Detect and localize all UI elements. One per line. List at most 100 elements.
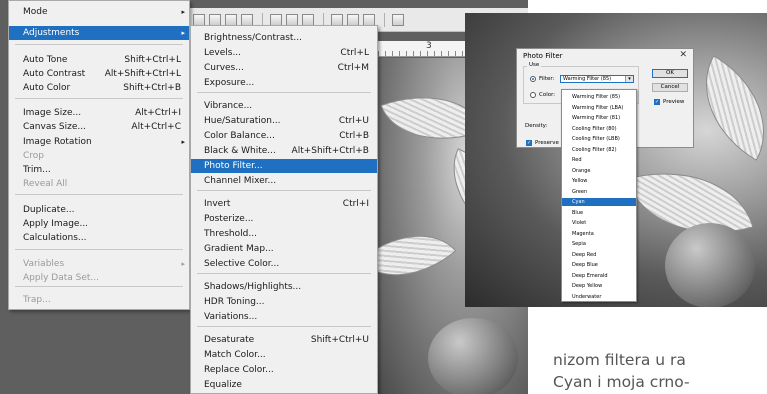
submenu-item-label: Levels... bbox=[204, 48, 242, 58]
submenu-item[interactable]: Variations... bbox=[191, 310, 377, 324]
filter-option[interactable]: Cooling Filter (82) bbox=[562, 146, 636, 154]
distribute-top-icon[interactable] bbox=[270, 13, 282, 26]
filter-option[interactable]: Warming Filter (LBA) bbox=[562, 104, 636, 112]
submenu-item[interactable]: Desaturate Shift+Ctrl+U bbox=[191, 333, 377, 347]
align-middle-icon[interactable] bbox=[209, 13, 221, 26]
submenu-separator bbox=[197, 273, 371, 274]
filter-option[interactable]: Underwater bbox=[562, 293, 636, 301]
menu-item[interactable]: Variables ▸ bbox=[9, 257, 189, 271]
cancel-button[interactable]: Cancel bbox=[652, 83, 688, 92]
menu-item[interactable]: Reveal All bbox=[9, 177, 189, 191]
submenu-item-label: Selective Color... bbox=[204, 259, 280, 269]
filter-option[interactable]: Cooling Filter (80) bbox=[562, 125, 636, 133]
filter-option[interactable]: Yellow bbox=[562, 177, 636, 185]
submenu-item[interactable]: Selective Color... bbox=[191, 257, 377, 271]
submenu-item[interactable]: Gradient Map... bbox=[191, 242, 377, 256]
menu-item[interactable]: Auto Tone Shift+Ctrl+L bbox=[9, 53, 189, 67]
submenu-item[interactable]: Photo Filter... bbox=[191, 159, 377, 173]
filter-option[interactable]: Warming Filter (81) bbox=[562, 114, 636, 122]
filter-radio[interactable] bbox=[530, 76, 536, 82]
chevron-down-icon[interactable]: ▾ bbox=[625, 76, 633, 82]
submenu-item-label: Invert bbox=[204, 199, 231, 209]
menu-item[interactable]: Auto Color Shift+Ctrl+B bbox=[9, 81, 189, 95]
filter-option[interactable]: Deep Red bbox=[562, 251, 636, 259]
submenu-item-label: Vibrance... bbox=[204, 101, 253, 111]
filter-option[interactable]: Violet bbox=[562, 219, 636, 227]
menu-item[interactable]: Calculations... bbox=[9, 231, 189, 245]
use-group-label: Use bbox=[527, 62, 542, 68]
photoshop-image-menu-screenshot: 3 Mode ▸ Adjustments ▸ Auto Tone Shift+Ctrl+L… bbox=[0, 0, 528, 394]
filter-option[interactable]: Blue bbox=[562, 209, 636, 217]
align-top-icon[interactable] bbox=[193, 13, 205, 26]
filter-option[interactable]: Deep Blue bbox=[562, 261, 636, 269]
preserve-luminosity-label: Preserve bbox=[535, 140, 559, 146]
filter-option[interactable]: Sepia bbox=[562, 240, 636, 248]
submenu-item[interactable]: Brightness/Contrast... bbox=[191, 31, 377, 45]
menu-item[interactable]: Apply Image... bbox=[9, 217, 189, 231]
submenu-item[interactable]: Shadows/Highlights... bbox=[191, 280, 377, 294]
menu-item-label: Trap... bbox=[23, 295, 51, 305]
distribute-left-icon[interactable] bbox=[331, 13, 343, 26]
menu-separator bbox=[15, 194, 183, 195]
submenu-item[interactable]: Hue/Saturation... Ctrl+U bbox=[191, 114, 377, 128]
distribute-middle-icon[interactable] bbox=[286, 13, 298, 26]
submenu-item[interactable]: Equalize bbox=[191, 378, 377, 392]
distribute-bottom-icon[interactable] bbox=[302, 13, 314, 26]
menu-item[interactable]: Image Size... Alt+Ctrl+I bbox=[9, 106, 189, 120]
submenu-item[interactable]: Invert Ctrl+I bbox=[191, 197, 377, 211]
preview-label: Preview bbox=[663, 99, 685, 105]
article-line: Cyan i moja crno- bbox=[553, 373, 690, 391]
filter-option[interactable]: Cooling Filter (LBB) bbox=[562, 135, 636, 143]
filter-option[interactable]: Magenta bbox=[562, 230, 636, 238]
submenu-item-label: Black & White... bbox=[204, 146, 276, 156]
menu-item[interactable]: Auto Contrast Alt+Shift+Ctrl+L bbox=[9, 67, 189, 81]
submenu-item-shortcut: Ctrl+I bbox=[342, 199, 369, 209]
filter-select[interactable]: Warming Filter (85) ▾ bbox=[560, 75, 634, 83]
filter-option[interactable]: Orange bbox=[562, 167, 636, 175]
submenu-item[interactable]: Vibrance... bbox=[191, 99, 377, 113]
submenu-item-shortcut: Ctrl+L bbox=[340, 48, 369, 58]
submenu-item[interactable]: Channel Mixer... bbox=[191, 174, 377, 188]
filter-option[interactable]: Warming Filter (85) bbox=[562, 93, 636, 101]
filter-option[interactable]: Red bbox=[562, 156, 636, 164]
menu-item-label: Auto Color bbox=[23, 83, 71, 93]
menu-item[interactable]: Trap... bbox=[9, 293, 189, 307]
submenu-item[interactable]: Black & White... Alt+Shift+Ctrl+B bbox=[191, 144, 377, 158]
filter-option[interactable]: Deep Yellow bbox=[562, 282, 636, 290]
color-radio[interactable] bbox=[530, 92, 536, 98]
menu-item[interactable]: Adjustments ▸ bbox=[9, 26, 189, 40]
menu-item[interactable]: Canvas Size... Alt+Ctrl+C bbox=[9, 120, 189, 134]
submenu-item[interactable]: Exposure... bbox=[191, 76, 377, 90]
submenu-item[interactable]: Curves... Ctrl+M bbox=[191, 61, 377, 75]
submenu-item[interactable]: HDR Toning... bbox=[191, 295, 377, 309]
preserve-luminosity-checkbox[interactable]: ✓ bbox=[526, 140, 532, 146]
menu-item[interactable]: Apply Data Set... bbox=[9, 271, 189, 285]
menu-separator bbox=[15, 249, 183, 250]
distribute-center-icon[interactable] bbox=[347, 13, 359, 26]
filter-option[interactable]: Cyan bbox=[562, 198, 636, 206]
menu-item[interactable]: Duplicate... bbox=[9, 203, 189, 217]
filter-option[interactable]: Deep Emerald bbox=[562, 272, 636, 280]
submenu-item[interactable]: Posterize... bbox=[191, 212, 377, 226]
submenu-item[interactable]: Threshold... bbox=[191, 227, 377, 241]
menu-item[interactable]: Crop bbox=[9, 149, 189, 163]
submenu-arrow-icon: ▸ bbox=[181, 8, 185, 16]
distribute-right-icon[interactable] bbox=[363, 13, 375, 26]
align-bottom-icon[interactable] bbox=[225, 13, 237, 26]
menu-item[interactable]: Trim... bbox=[9, 163, 189, 177]
submenu-item[interactable]: Color Balance... Ctrl+B bbox=[191, 129, 377, 143]
filter-option[interactable]: Green bbox=[562, 188, 636, 196]
preview-checkbox[interactable]: ✓ bbox=[654, 99, 660, 105]
close-icon[interactable]: ✕ bbox=[679, 50, 687, 60]
ok-button[interactable]: OK bbox=[652, 69, 688, 78]
submenu-item[interactable]: Levels... Ctrl+L bbox=[191, 46, 377, 60]
submenu-item-label: Channel Mixer... bbox=[204, 176, 277, 186]
menu-item-shortcut: Alt+Ctrl+I bbox=[135, 108, 181, 118]
submenu-item[interactable]: Replace Color... bbox=[191, 363, 377, 377]
align-left-icon[interactable] bbox=[241, 13, 253, 26]
submenu-item[interactable]: Match Color... bbox=[191, 348, 377, 362]
menu-item[interactable]: Image Rotation ▸ bbox=[9, 135, 189, 149]
menu-item[interactable]: Mode ▸ bbox=[9, 5, 189, 19]
submenu-separator bbox=[197, 326, 371, 327]
auto-align-icon[interactable] bbox=[392, 13, 404, 26]
